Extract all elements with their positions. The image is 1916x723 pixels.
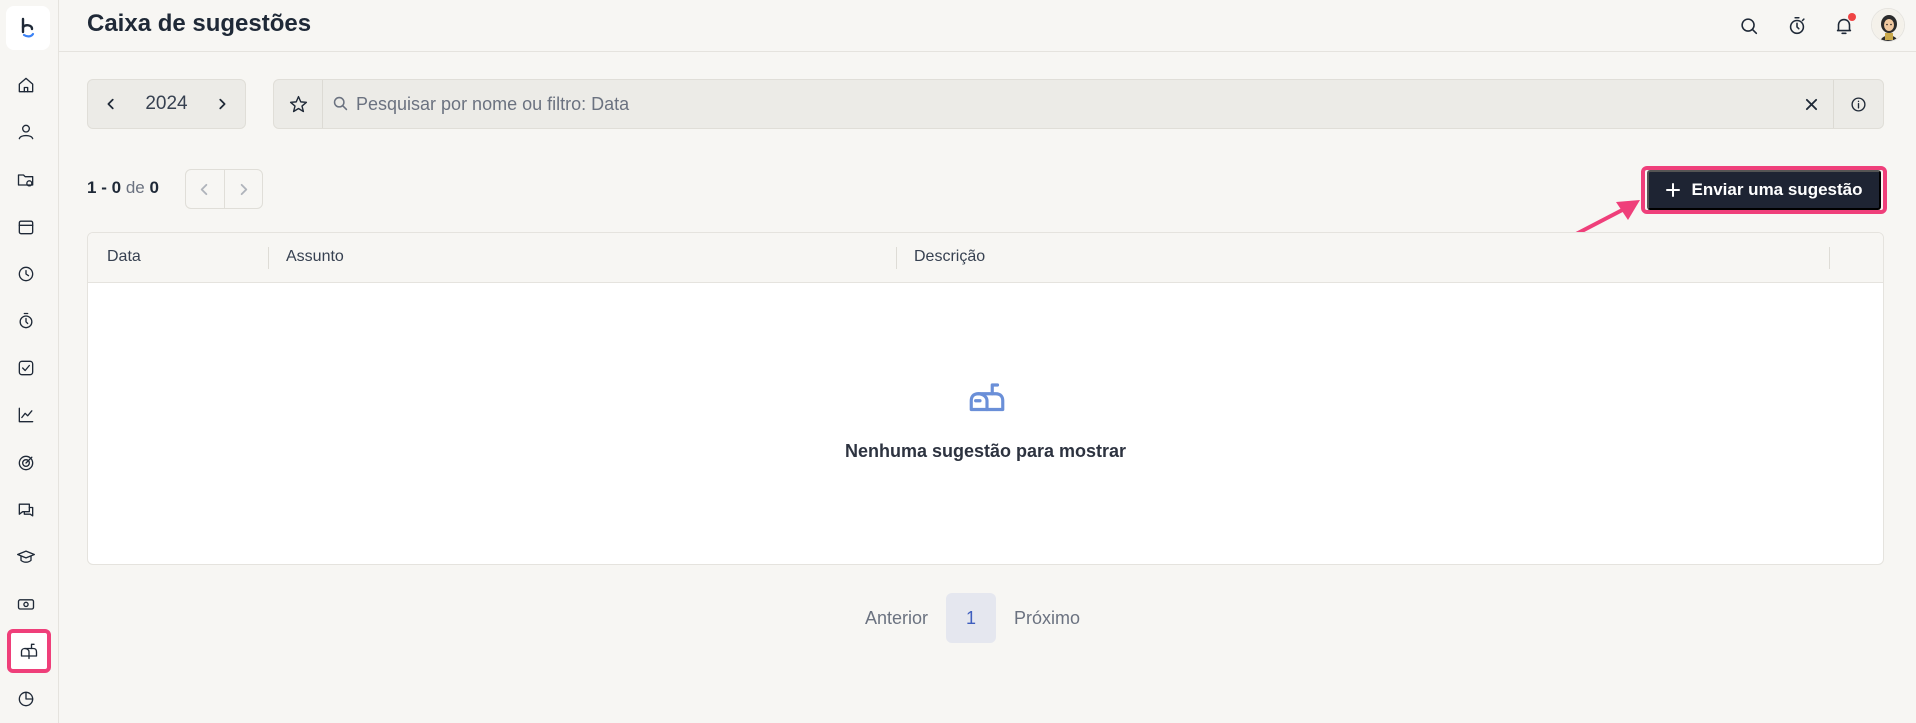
logo-icon — [21, 17, 35, 38]
chat-icon — [18, 503, 34, 517]
user-icon — [18, 124, 34, 140]
search-icon — [1741, 18, 1758, 35]
calendar-icon — [18, 220, 34, 235]
info-icon — [1851, 96, 1866, 112]
chevron-right-icon — [219, 98, 226, 110]
chevron-right-icon — [240, 183, 247, 195]
page-title: Caixa de sugestões — [87, 10, 312, 37]
header-notifications-button[interactable] — [1829, 11, 1859, 41]
user-avatar[interactable] — [1871, 8, 1905, 42]
previous-page-link[interactable]: Anterior — [865, 608, 928, 629]
next-year-button[interactable] — [213, 95, 231, 113]
column-separator — [268, 247, 269, 269]
plus-icon — [1666, 183, 1681, 197]
table-header: Data Assunto Descrição — [88, 233, 1883, 283]
sidebar-item-payroll[interactable] — [10, 588, 42, 620]
mailbox-icon — [20, 643, 38, 660]
clock-icon — [18, 266, 34, 282]
previous-year-button[interactable] — [102, 95, 120, 113]
previous-page-button[interactable] — [186, 170, 224, 208]
sidebar-item-suggestions[interactable] — [7, 629, 51, 673]
timer-icon — [19, 312, 33, 329]
sidebar-item-reports[interactable] — [10, 399, 42, 431]
column-header-description[interactable]: Descrição — [914, 248, 985, 266]
sidebar-item-documents[interactable] — [10, 164, 42, 196]
favorite-filter-button[interactable] — [274, 80, 323, 128]
bottom-pagination: Anterior 1 Próximo — [865, 593, 1080, 643]
page-number-button[interactable]: 1 — [946, 593, 997, 643]
search-bar — [273, 79, 1884, 129]
range-end: 0 — [111, 178, 122, 197]
year-selector: 2024 — [87, 79, 246, 129]
send-suggestion-label: Enviar uma sugestão — [1691, 180, 1863, 199]
home-icon — [18, 77, 34, 93]
next-page-button[interactable] — [223, 170, 263, 208]
top-header: Caixa de sugestões — [59, 0, 1916, 52]
notification-dot — [1848, 13, 1856, 21]
checkbox-icon — [18, 360, 34, 376]
chart-line-icon — [18, 407, 34, 423]
suggestions-table: Data Assunto Descrição Nenhuma sugestão … — [87, 232, 1884, 565]
column-header-date[interactable]: Data — [107, 248, 141, 266]
header-search-button[interactable] — [1734, 11, 1764, 41]
search-field-icon — [332, 95, 350, 113]
app-logo[interactable] — [6, 6, 50, 50]
sidebar-item-training[interactable] — [10, 541, 42, 573]
of-label: de — [125, 178, 145, 197]
close-icon — [1805, 98, 1817, 110]
year-value: 2024 — [145, 93, 188, 114]
mailbox-icon — [969, 383, 1005, 412]
target-icon — [18, 455, 34, 471]
avatar-image — [1872, 9, 1904, 41]
sidebar-item-feedback[interactable] — [10, 494, 42, 526]
empty-state-message: Nenhuma sugestão para mostrar — [844, 441, 1127, 461]
column-separator — [896, 247, 897, 269]
column-header-subject[interactable]: Assunto — [286, 248, 344, 266]
stopwatch-icon — [1789, 16, 1805, 35]
sidebar-item-goals[interactable] — [10, 447, 42, 479]
sidebar-item-timer[interactable] — [10, 305, 42, 337]
sidebar — [0, 0, 59, 723]
next-page-link[interactable]: Próximo — [1014, 608, 1080, 629]
clear-search-button[interactable] — [1800, 93, 1822, 115]
pagination-summary: 1 - 0 de 0 — [87, 178, 159, 198]
pie-chart-icon — [18, 691, 34, 707]
sidebar-item-analytics[interactable] — [10, 683, 42, 715]
search-info-button[interactable] — [1833, 80, 1883, 128]
pager-arrows — [185, 169, 263, 209]
sidebar-item-calendar[interactable] — [10, 211, 42, 243]
chevron-left-icon — [107, 98, 114, 110]
empty-state-mailbox-icon — [966, 378, 1008, 420]
money-icon — [17, 599, 35, 610]
graduation-cap-icon — [17, 550, 35, 563]
sidebar-item-home[interactable] — [10, 69, 42, 101]
header-timer-button[interactable] — [1782, 11, 1812, 41]
total-count: 0 — [149, 178, 159, 197]
chevron-left-icon — [201, 183, 208, 195]
folder-icon — [17, 174, 34, 187]
sidebar-item-tasks[interactable] — [10, 352, 42, 384]
column-separator — [1829, 247, 1830, 269]
magnifier-icon — [333, 96, 348, 111]
send-suggestion-button[interactable]: Enviar uma sugestão — [1647, 170, 1881, 210]
star-icon — [289, 95, 307, 112]
sidebar-item-time[interactable] — [10, 258, 42, 290]
range-start: 1 — [87, 178, 97, 197]
range-separator: - — [101, 178, 107, 197]
sidebar-item-profile[interactable] — [10, 116, 42, 148]
search-input[interactable] — [356, 90, 1656, 118]
